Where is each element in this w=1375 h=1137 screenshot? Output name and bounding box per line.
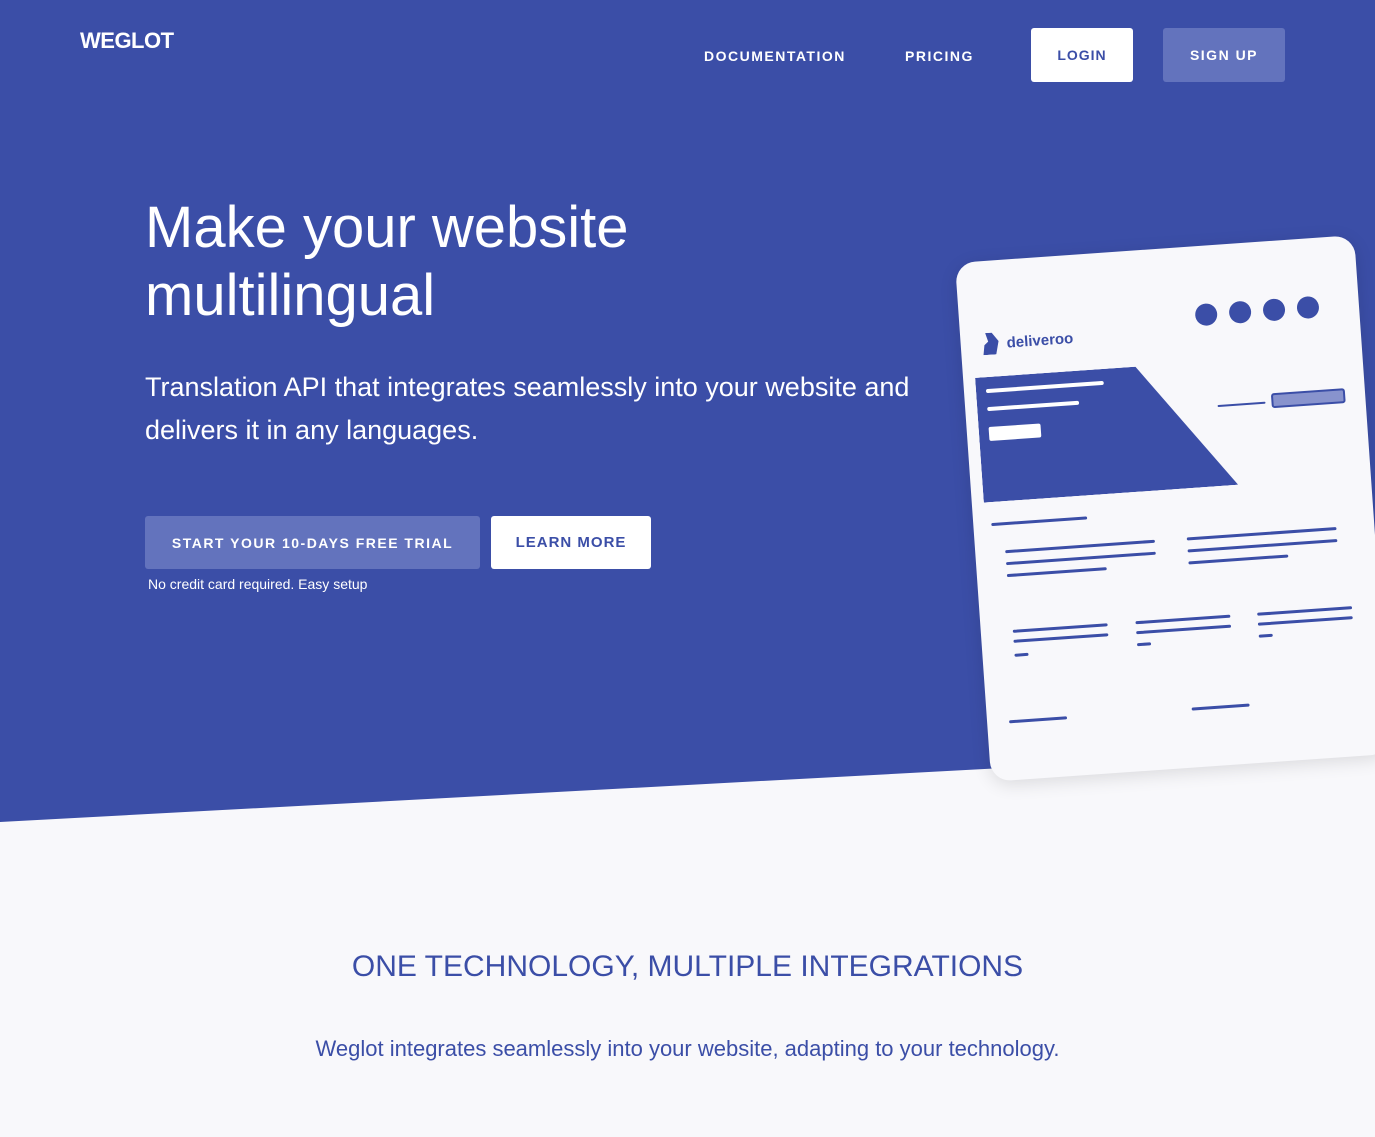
uk-flag-icon [1194,302,1218,327]
mockup-search-box [1270,388,1346,409]
learn-more-button[interactable]: LEARN MORE [491,516,651,569]
mockup-line [1005,551,1156,566]
language-flag-icon [1228,300,1252,324]
mockup-line [1257,606,1353,616]
integrations-subtitle: Weglot integrates seamlessly into your w… [315,1036,1060,1061]
mockup-brand-label: deliveroo [1006,329,1074,352]
weglot-logo[interactable]: WEGLOT [80,28,174,54]
website-mockup-illustration: deliveroo [955,235,1375,782]
deliveroo-logo-icon [982,332,999,355]
hero-title: Make your website multilingual [145,195,629,328]
mockup-line [1258,633,1273,638]
mockup-line [1217,401,1266,408]
signup-button[interactable]: SIGN UP [1163,28,1285,82]
start-trial-button[interactable]: START YOUR 10-DAYS FREE TRIAL [145,516,480,569]
mockup-line [1187,539,1338,553]
mockup-line [1136,642,1152,647]
mockup-line [1006,567,1107,578]
mockup-line [1013,633,1109,643]
mockup-line [1186,527,1337,541]
france-flag-icon [1296,295,1320,320]
mockup-line [1012,623,1108,633]
mockup-line [1191,703,1250,711]
mockup-line [1135,614,1231,625]
integrations-title: ONE TECHNOLOGY, MULTIPLE INTEGRATIONS [351,950,1024,983]
mockup-line [1005,539,1156,554]
hero-subtitle: Translation API that integrates seamless… [145,372,910,445]
nav-pricing[interactable]: PRICING [905,48,974,64]
mockup-line [991,516,1088,527]
mockup-line [1136,624,1232,635]
language-flag-icon [1262,298,1286,322]
mockup-line [1014,652,1029,657]
mockup-language-flags [1194,295,1320,327]
nav-documentation[interactable]: DOCUMENTATION [704,48,846,64]
mockup-line [1257,616,1353,626]
trial-note: No credit card required. Easy setup [148,576,368,592]
page: WEGLOT DOCUMENTATION PRICING LOGIN SIGN … [0,0,1375,1137]
login-button[interactable]: LOGIN [1031,28,1133,82]
mockup-line [1009,716,1068,724]
mockup-brand: deliveroo [982,327,1074,355]
mockup-line [1188,554,1289,565]
